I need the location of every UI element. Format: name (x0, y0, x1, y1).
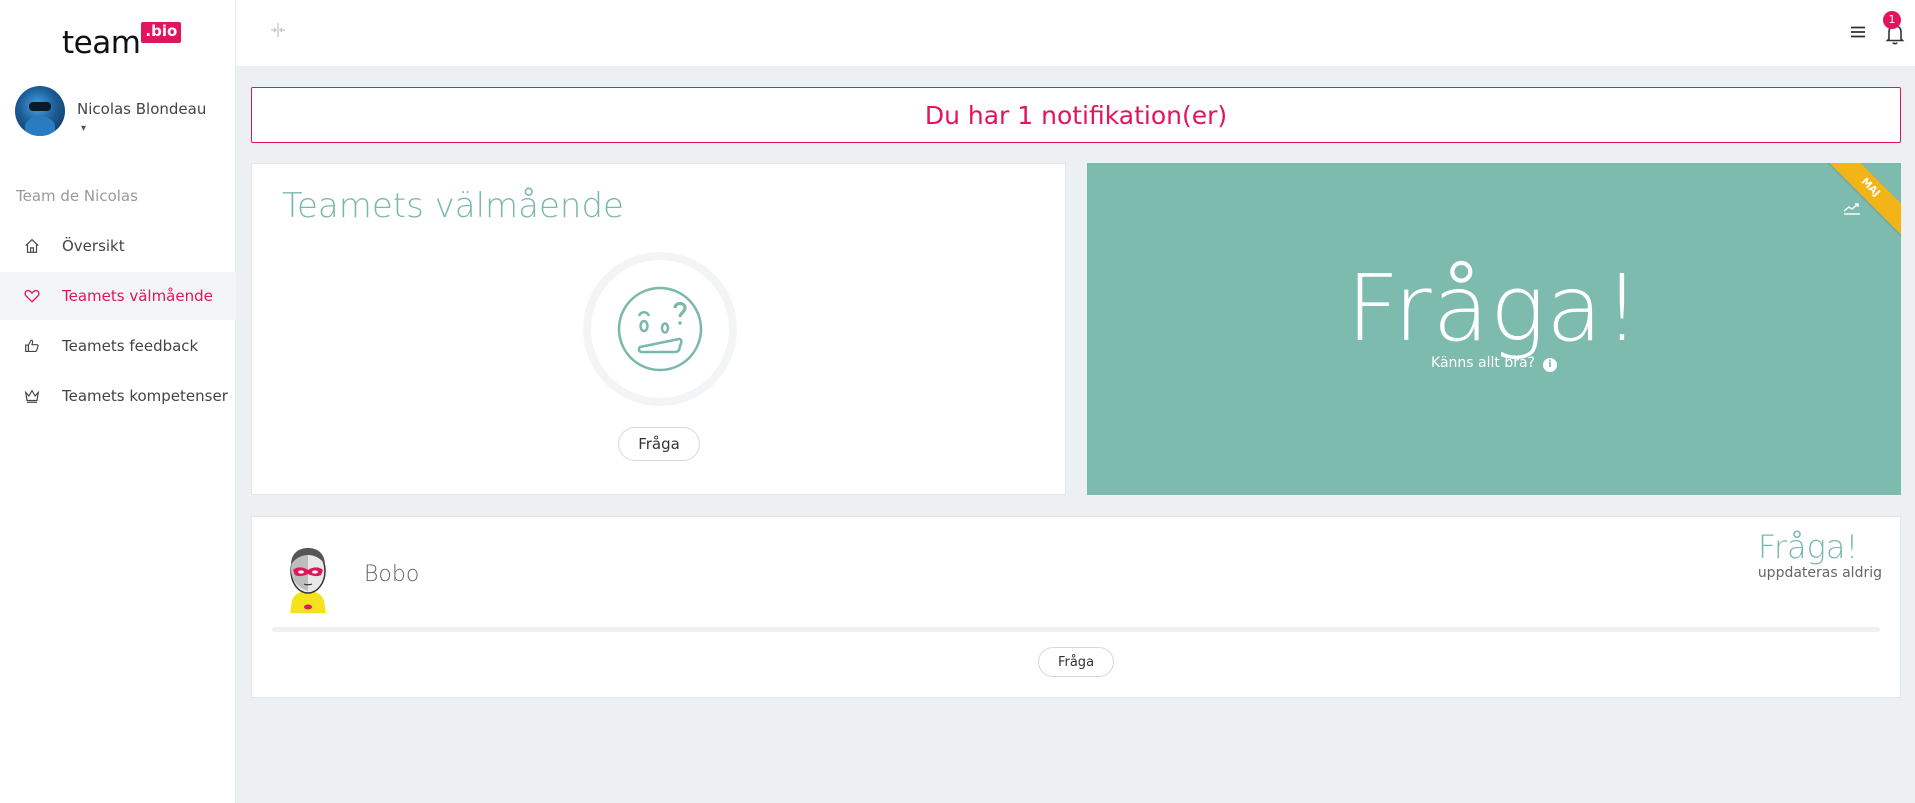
avatar (15, 86, 65, 136)
sidebar-item-feedback[interactable]: Teamets feedback (0, 322, 236, 370)
highlight-subtitle: Känns allt bra? (1431, 355, 1535, 371)
notification-text: Du har 1 notifikation(er) (924, 100, 1228, 130)
member-progress-bar (272, 627, 1880, 632)
confused-face-icon (617, 286, 703, 372)
trend-chart-icon[interactable] (1843, 201, 1861, 215)
member-name: Bobo (364, 562, 420, 587)
sidebar-item-label: Teamets feedback (62, 337, 199, 355)
logo-text: team (62, 25, 141, 61)
notification-banner[interactable]: Du har 1 notifikation(er) (251, 87, 1901, 143)
highlight-card: MAJ Fråga! Känns allt bra? i (1087, 163, 1901, 495)
sidebar-item-valmaende[interactable]: Teamets välmående (0, 272, 236, 320)
sidebar-nav: Översikt Teamets välmående Teamets feedb… (0, 222, 236, 422)
collapse-sidebar-icon[interactable] (268, 20, 288, 44)
sidebar-item-label: Teamets välmående (62, 287, 213, 305)
sidebar-item-kompetenser[interactable]: Teamets kompetenser (0, 372, 236, 420)
team-label: Team de Nicolas (16, 187, 138, 205)
heart-icon (22, 286, 42, 306)
member-status: Fråga! uppdateras aldrig (1757, 528, 1882, 581)
menu-icon[interactable] (1849, 23, 1867, 41)
sidebar-item-oversikt[interactable]: Översikt (0, 222, 236, 270)
card-title: Teamets välmående (282, 186, 624, 226)
sidebar-item-label: Teamets kompetenser (62, 387, 228, 405)
logo-badge: .bio (141, 22, 182, 43)
member-updated-text: uppdateras aldrig (1757, 564, 1882, 581)
home-icon (22, 236, 42, 256)
notification-badge[interactable]: 1 (1883, 11, 1901, 29)
ask-button[interactable]: Fråga (618, 427, 700, 461)
crown-icon (22, 386, 42, 406)
sidebar-item-label: Översikt (62, 237, 125, 255)
chevron-down-icon[interactable]: ▾ (81, 123, 206, 134)
sidebar: team .bio Nicolas Blondeau ▾ Team de Nic… (0, 0, 236, 803)
member-avatar (290, 548, 326, 613)
member-ask-button[interactable]: Fråga (1038, 647, 1114, 677)
member-card: Bobo Fråga! uppdateras aldrig Fråga (251, 516, 1901, 698)
top-bar: 1 (236, 0, 1915, 66)
wellbeing-card: Teamets välmående Fråga (251, 163, 1066, 495)
info-icon[interactable]: i (1542, 358, 1557, 372)
logo[interactable]: team .bio (62, 22, 182, 61)
user-name: Nicolas Blondeau (77, 100, 207, 118)
member-status-title: Fråga! (1757, 528, 1859, 566)
highlight-headline: Fråga! (1346, 255, 1642, 362)
highlight-subtitle-row: Känns allt bra? i (1087, 355, 1901, 372)
thumbs-up-icon (22, 336, 42, 356)
mood-gauge (583, 252, 737, 406)
user-profile[interactable]: Nicolas Blondeau ▾ (15, 86, 206, 136)
